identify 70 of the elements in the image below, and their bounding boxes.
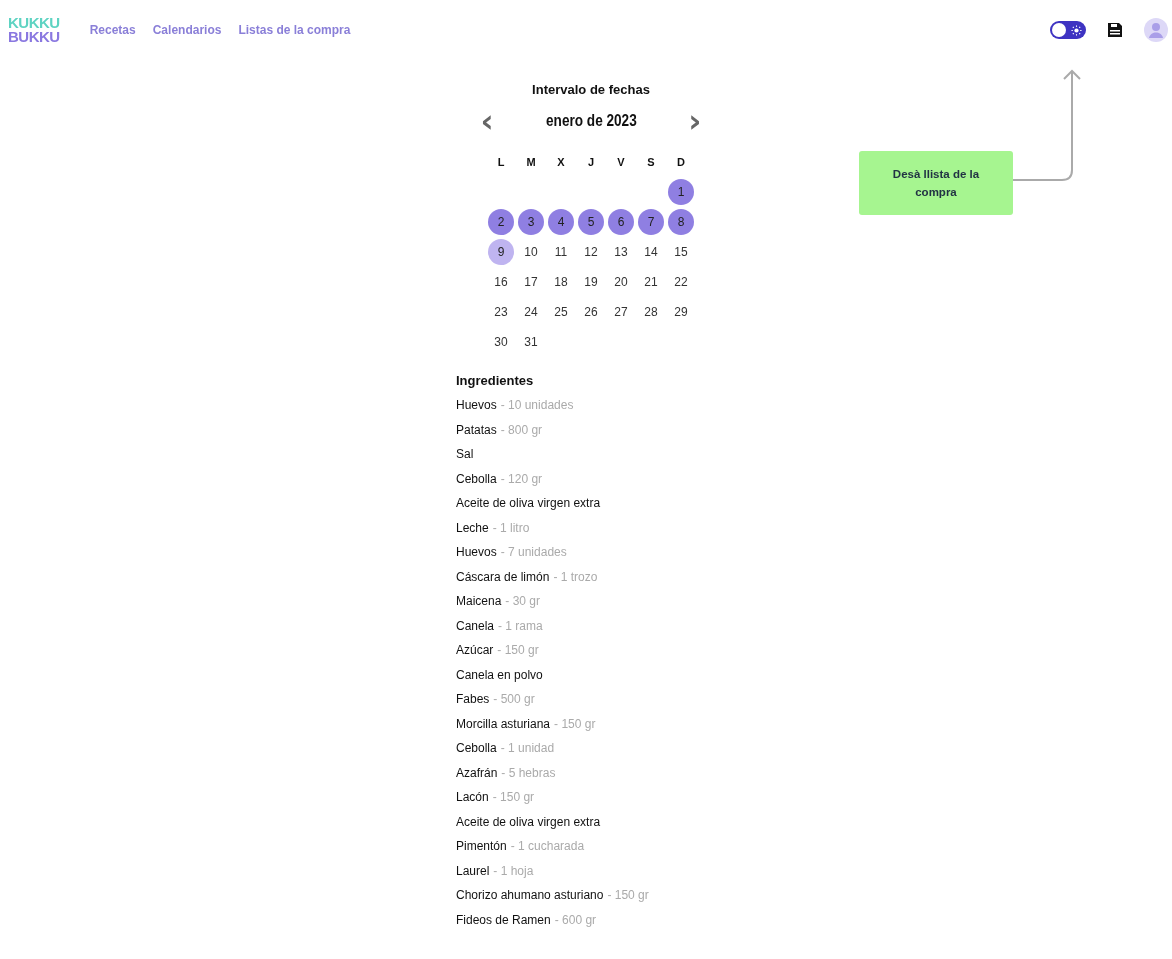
next-month-button[interactable]: ›: [684, 109, 706, 133]
weekday-label: D: [676, 155, 686, 170]
ingredient-item: Morcilla asturiana - 150 gr: [456, 715, 597, 733]
calendar-day[interactable]: 30: [488, 329, 514, 355]
month-label: enero de 2023: [545, 112, 637, 130]
calendar-day[interactable]: 6: [608, 209, 634, 235]
weekday-label: S: [646, 155, 656, 170]
calendar-day[interactable]: 22: [668, 269, 694, 295]
save-icon[interactable]: [1106, 21, 1124, 39]
ingredient-item: Huevos - 7 unidades: [456, 544, 568, 561]
ingredient-item: Maicena - 30 gr: [456, 593, 542, 610]
calendar-day[interactable]: 29: [668, 299, 694, 325]
calendar-day[interactable]: 18: [548, 269, 574, 295]
calendar-day[interactable]: 2: [488, 209, 514, 235]
ingredient-item: Azúcar - 150 gr: [456, 642, 540, 659]
calendar-day[interactable]: 4: [548, 209, 574, 235]
calendar-day[interactable]: 20: [608, 269, 634, 295]
ingredient-item: Sal: [456, 446, 475, 463]
calendar-day[interactable]: 8: [668, 209, 694, 235]
calendar-day[interactable]: 16: [488, 269, 514, 295]
weekday-label: L: [496, 155, 506, 170]
calendar-day[interactable]: 27: [608, 299, 634, 325]
theme-toggle[interactable]: [1050, 21, 1086, 39]
calendar-day[interactable]: 14: [638, 239, 664, 265]
calendar-day[interactable]: 31: [518, 329, 544, 355]
ingredient-item: Cáscara de limón - 1 trozo: [456, 568, 599, 586]
weekday-label: V: [616, 155, 626, 170]
calendar-day[interactable]: 11: [548, 239, 574, 265]
ingredient-item: Laurel - 1 hoja: [456, 862, 535, 880]
weekday-label: J: [586, 155, 596, 170]
ingredient-item: Leche - 1 litro: [456, 519, 531, 537]
calendar-day[interactable]: 12: [578, 239, 604, 265]
calendar-day[interactable]: 3: [518, 209, 544, 235]
ingredient-item: Lacón - 150 gr: [456, 789, 536, 806]
tooltip: Desà llista de la compra: [859, 151, 1013, 215]
calendar-day[interactable]: 10: [518, 239, 544, 265]
previous-month-button[interactable]: ‹: [476, 109, 498, 133]
ingredient-item: Patatas - 800 gr: [456, 421, 544, 439]
calendar-day[interactable]: 5: [578, 209, 604, 235]
calendar-day[interactable]: 1: [668, 179, 694, 205]
ingredient-item: Huevos - 10 unidades: [456, 397, 575, 414]
ingredient-item: Pimentón - 1 cucharada: [456, 838, 586, 855]
ingredient-item: Cebolla - 120 gr: [456, 470, 544, 488]
calendar-day[interactable]: 15: [668, 239, 694, 265]
ingredient-item: Aceite de oliva virgen extra: [456, 495, 602, 512]
ingredient-item: Aceite de oliva virgen extra: [456, 813, 602, 831]
calendar-day[interactable]: 26: [578, 299, 604, 325]
ingredient-item: Chorizo ahumano asturiano - 150 gr: [456, 887, 649, 904]
calendar-day[interactable]: 24: [518, 299, 544, 325]
calendar-day[interactable]: 17: [518, 269, 544, 295]
calendar-day[interactable]: 13: [608, 239, 634, 265]
calendar-day[interactable]: 23: [488, 299, 514, 325]
calendar-day[interactable]: 28: [638, 299, 664, 325]
weekday-label: X: [556, 155, 566, 170]
calendar-day[interactable]: 9: [488, 239, 514, 265]
ingredient-item: Cebolla - 1 unidad: [456, 740, 556, 757]
logo[interactable]: KUKKU BUKKU: [8, 16, 60, 44]
calendar-day[interactable]: 7: [638, 209, 664, 235]
ingredients-heading: Ingredientes: [456, 373, 535, 388]
weekday-label: M: [525, 155, 537, 170]
calendar-title: Intervalo de fechas: [532, 82, 650, 97]
ingredient-item: Canela en polvo: [456, 666, 544, 684]
ingredient-item: Fabes - 500 gr: [456, 691, 536, 708]
calendar-day[interactable]: 21: [638, 269, 664, 295]
sun-icon: [1071, 24, 1082, 36]
ingredient-item: Canela - 1 rama: [456, 617, 544, 635]
ingredient-item: Azafrán - 5 hebras: [456, 764, 557, 782]
calendar-day[interactable]: 25: [548, 299, 574, 325]
ingredient-item: Fideos de Ramen - 600 gr: [456, 911, 598, 929]
calendar-day[interactable]: 19: [578, 269, 604, 295]
